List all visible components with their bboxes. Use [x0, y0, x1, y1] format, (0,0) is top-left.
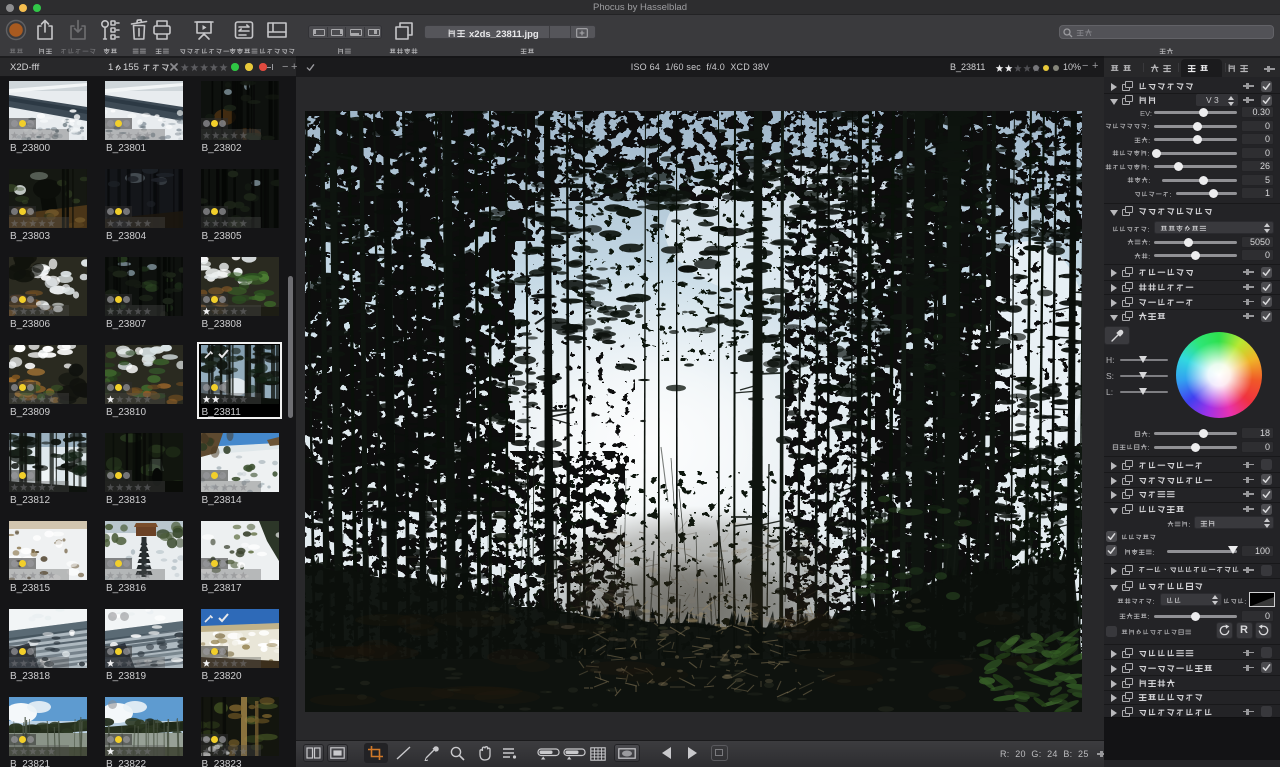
svg-text::: :	[1148, 612, 1150, 621]
svg-text::: :	[1148, 135, 1150, 144]
svg-text::: :	[1148, 162, 1150, 171]
svg-text::: :	[1148, 443, 1150, 452]
svg-text::: :	[1170, 189, 1172, 198]
svg-text::: :	[1153, 547, 1155, 556]
svg-text::: :	[1244, 596, 1246, 605]
svg-text::: :	[1148, 224, 1150, 233]
svg-text::: :	[1148, 429, 1150, 438]
svg-text::: :	[1188, 519, 1190, 528]
svg-text::: :	[1148, 176, 1150, 185]
svg-text::: :	[1148, 122, 1150, 131]
svg-text::: :	[1148, 251, 1150, 260]
svg-text::: :	[1153, 596, 1155, 605]
svg-text:EV:: EV:	[1140, 108, 1152, 117]
svg-text::: :	[1148, 238, 1150, 247]
svg-text::: :	[1148, 149, 1150, 158]
